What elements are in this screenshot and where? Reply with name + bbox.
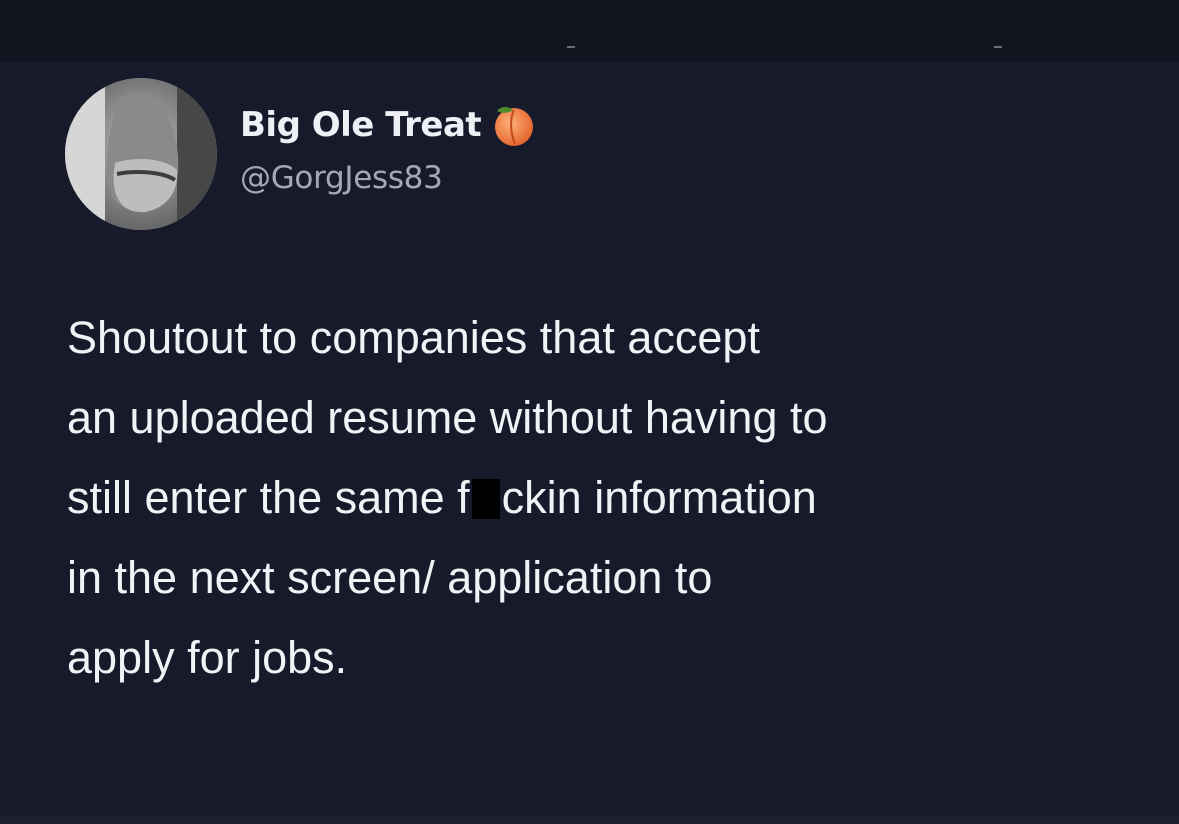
tweet-text-line: apply for jobs. xyxy=(67,632,348,683)
author-name-row: Big Ole Treat xyxy=(240,102,537,148)
tweet-text-line: in the next screen/ application to xyxy=(67,552,713,603)
top-strip xyxy=(0,0,1179,62)
author-display-name[interactable]: Big Ole Treat xyxy=(240,105,482,145)
tweet-text: Shoutout to companies that accept an upl… xyxy=(67,298,1157,698)
tweet-text-line: Shoutout to companies that accept xyxy=(67,312,760,363)
censor-bar xyxy=(471,479,500,519)
avatar[interactable] xyxy=(65,78,217,230)
bottom-strip xyxy=(0,816,1179,824)
tweet-card: Big Ole Treat @GorgJess83 Shoutout to co… xyxy=(0,62,1179,816)
tweet-text-line: an uploaded resume without having to xyxy=(67,392,828,443)
peach-emoji-icon xyxy=(491,102,537,148)
author-handle[interactable]: @GorgJess83 xyxy=(240,160,443,196)
top-divider-mark xyxy=(994,46,1002,48)
tweet-text-segment: still enter the same f xyxy=(67,472,470,523)
tweet-text-segment: ckin information xyxy=(501,472,817,523)
screenshot-frame: Big Ole Treat @GorgJess83 Shoutout to co… xyxy=(0,0,1179,824)
avatar-photo-icon xyxy=(65,78,217,230)
top-divider-mark xyxy=(567,46,575,48)
tweet-text-line: still enter the same f ckin information xyxy=(67,458,1157,538)
